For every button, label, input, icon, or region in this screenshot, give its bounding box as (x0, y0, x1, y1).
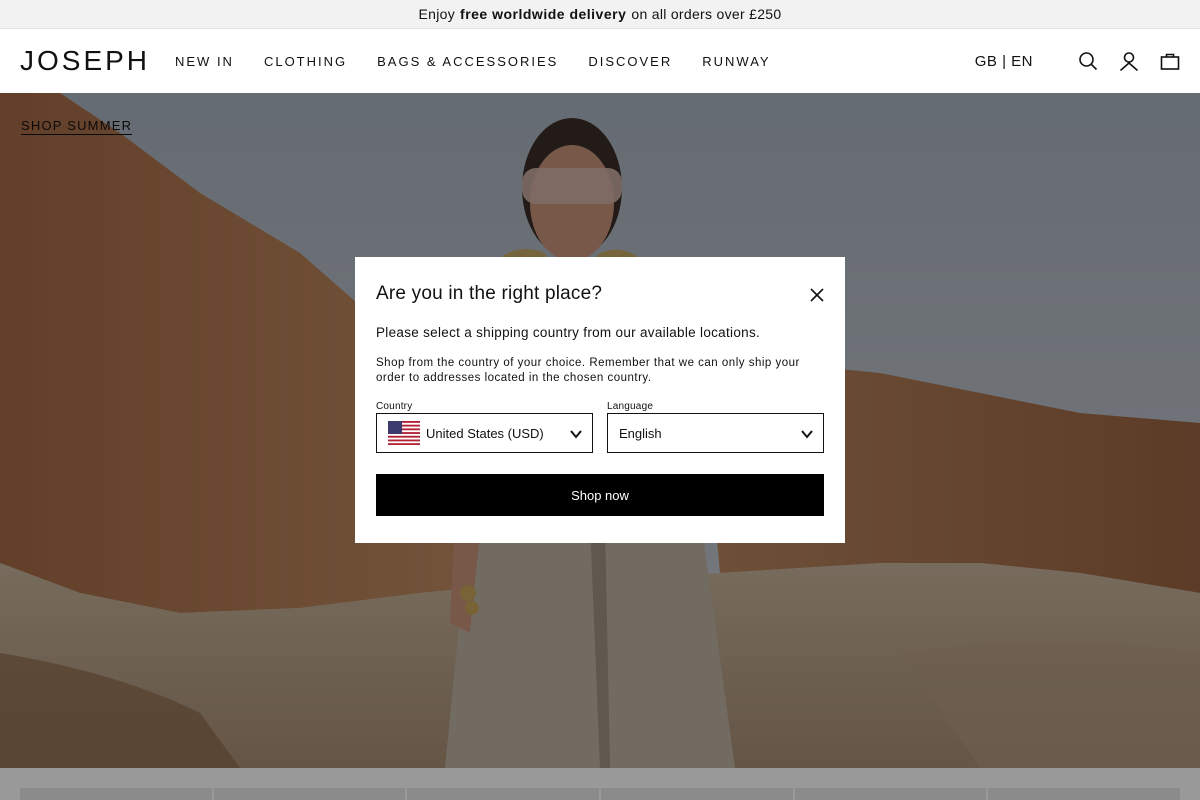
language-select[interactable]: English (607, 413, 824, 453)
header-actions: GB | EN (975, 51, 1180, 71)
country-field: Country United States (USD) (376, 401, 593, 453)
language-label: Language (607, 401, 654, 412)
country-select[interactable]: United States (USD) (376, 413, 593, 453)
nav-clothing[interactable]: CLOTHING (264, 54, 347, 69)
language-value: English (619, 425, 662, 441)
shop-now-button[interactable]: Shop now (376, 474, 824, 516)
brand-logo[interactable]: JOSEPH (20, 45, 147, 77)
promo-highlight: free worldwide delivery (460, 6, 627, 22)
promo-suffix: on all orders over £250 (631, 6, 782, 22)
promo-prefix: Enjoy (418, 6, 456, 22)
locale-fields: Country United States (USD) Language Eng… (376, 401, 824, 453)
chevron-down-icon (570, 430, 582, 439)
locale-switcher[interactable]: GB | EN (975, 53, 1033, 70)
account-icon[interactable] (1119, 51, 1139, 71)
promo-bar: Enjoy free worldwide delivery on all ord… (0, 0, 1200, 29)
country-value: United States (USD) (426, 425, 544, 441)
nav-bags-accessories[interactable]: BAGS & ACCESSORIES (377, 54, 558, 69)
modal-description: Shop from the country of your choice. Re… (376, 357, 800, 384)
chevron-down-icon (801, 430, 813, 439)
country-selector-modal: Are you in the right place? Please selec… (355, 257, 845, 543)
nav-discover[interactable]: DISCOVER (588, 54, 672, 69)
site-header: JOSEPH NEW IN CLOTHING BAGS & ACCESSORIE… (0, 29, 1200, 93)
modal-subtitle: Please select a shipping country from ou… (376, 325, 761, 340)
main-nav: NEW IN CLOTHING BAGS & ACCESSORIES DISCO… (175, 54, 801, 69)
modal-title: Are you in the right place? (376, 283, 603, 304)
country-label: Country (376, 401, 413, 412)
nav-runway[interactable]: RUNWAY (702, 54, 770, 69)
search-icon[interactable] (1078, 51, 1098, 71)
nav-new-in[interactable]: NEW IN (175, 54, 234, 69)
language-field: Language English (607, 401, 824, 453)
bag-icon[interactable] (1160, 51, 1180, 71)
us-flag-icon (388, 421, 420, 445)
close-icon[interactable] (809, 287, 825, 303)
